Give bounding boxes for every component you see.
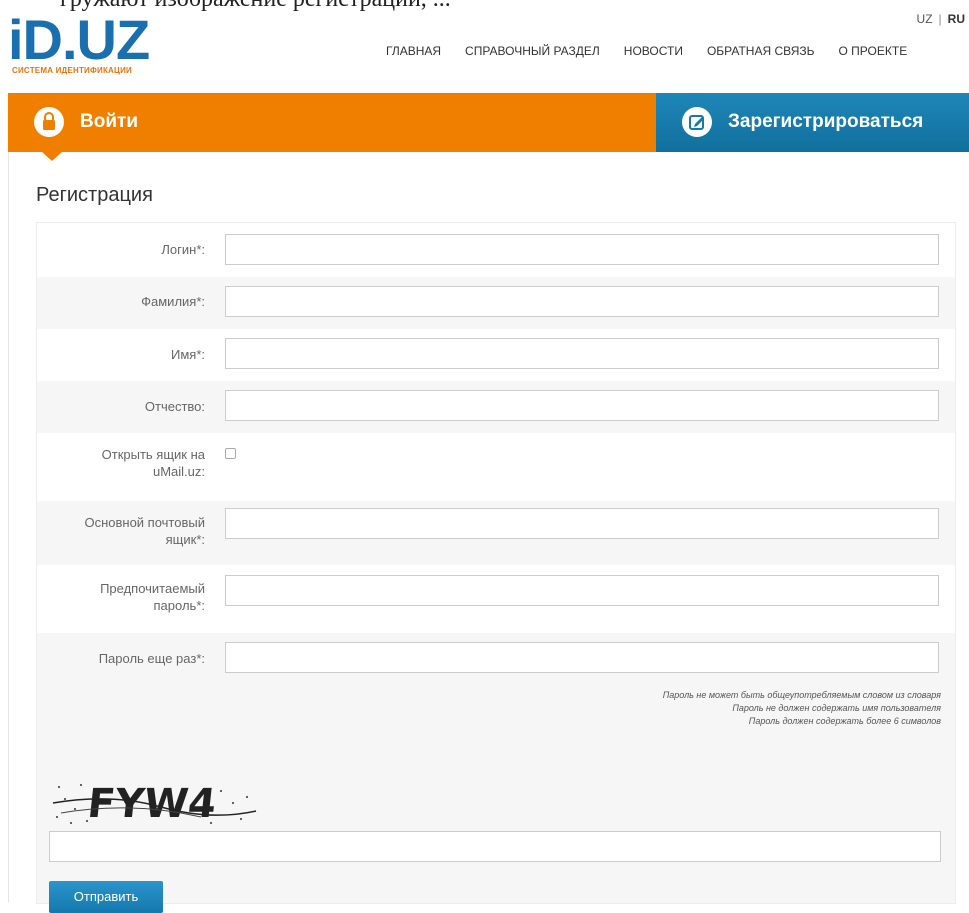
site-logo[interactable]: iD.UZ СИСТЕМА ИДЕНТИФИКАЦИИ xyxy=(8,8,198,78)
name-label: Имя*: xyxy=(171,347,205,362)
surname-input[interactable] xyxy=(225,286,939,317)
login-input[interactable] xyxy=(225,234,939,265)
row-patronymic: Отчество: xyxy=(37,381,955,433)
nav-item-news[interactable]: НОВОСТИ xyxy=(624,44,683,58)
password-label-line1: Предпочитаемый xyxy=(100,581,205,596)
submit-button[interactable]: Отправить xyxy=(49,881,163,913)
page-title: Регистрация xyxy=(36,184,153,206)
lang-uz-link[interactable]: UZ xyxy=(917,12,933,26)
tab-register-label: Зарегистрироваться xyxy=(728,111,924,132)
password-repeat-label: Пароль еще раз*: xyxy=(98,651,205,666)
captcha-input[interactable] xyxy=(49,831,941,862)
row-email: Основной почтовый ящик*: xyxy=(37,501,955,565)
logo-subtitle: СИСТЕМА ИДЕНТИФИКАЦИИ xyxy=(12,66,132,75)
lock-icon xyxy=(34,107,64,137)
email-label-line1: Основной почтовый xyxy=(84,515,205,530)
surname-label: Фамилия*: xyxy=(141,294,205,309)
password-repeat-input[interactable] xyxy=(225,642,939,673)
password-hint: Пароль не должен содержать имя пользоват… xyxy=(732,703,941,713)
row-name: Имя*: xyxy=(37,329,955,381)
nav-item-reference[interactable]: СПРАВОЧНЫЙ РАЗДЕЛ xyxy=(465,44,600,58)
umail-checkbox[interactable] xyxy=(225,448,236,459)
captcha-section: FYW4 Отправить xyxy=(37,765,955,913)
nav-item-home[interactable]: ГЛАВНАЯ xyxy=(386,44,441,58)
edit-icon xyxy=(682,107,712,137)
email-label-line2: ящик*: xyxy=(165,532,205,547)
name-input[interactable] xyxy=(225,338,939,369)
password-hint: Пароль не может быть общеупотребляемым с… xyxy=(662,690,941,700)
password-input[interactable] xyxy=(225,575,939,606)
tab-login[interactable]: Войти xyxy=(8,93,656,161)
lang-ru-link[interactable]: RU xyxy=(948,12,965,26)
email-input[interactable] xyxy=(225,508,939,539)
row-umail: Открыть ящик на uMail.uz: xyxy=(37,433,955,501)
password-hint: Пароль должен содержать более 6 символов xyxy=(748,716,941,726)
email-label: Основной почтовый ящик*: xyxy=(55,514,205,548)
nav-item-about[interactable]: О ПРОЕКТЕ xyxy=(839,44,908,58)
umail-label-line1: Открыть ящик на xyxy=(101,447,205,462)
patronymic-input[interactable] xyxy=(225,390,939,421)
password-hints: Пароль не может быть общеупотребляемым с… xyxy=(663,689,941,728)
row-login: Логин*: xyxy=(37,223,955,277)
password-label-line2: пароль*: xyxy=(153,598,205,613)
registration-form: Логин*: Фамилия*: Имя*: Отчество: Открыт… xyxy=(36,222,956,913)
login-label: Логин*: xyxy=(161,242,205,257)
row-password-repeat: Пароль еще раз*: Пароль не может быть об… xyxy=(37,633,955,765)
main-nav: ГЛАВНАЯ СПРАВОЧНЫЙ РАЗДЕЛ НОВОСТИ ОБРАТН… xyxy=(386,44,907,58)
umail-label: Открыть ящик на uMail.uz: xyxy=(55,446,205,480)
password-label: Предпочитаемый пароль*: xyxy=(55,580,205,614)
row-password: Предпочитаемый пароль*: xyxy=(37,565,955,633)
nav-item-feedback[interactable]: ОБРАТНАЯ СВЯЗЬ xyxy=(707,44,815,58)
auth-tabs: Войти Зарегистрироваться xyxy=(8,93,969,161)
umail-label-line2: uMail.uz: xyxy=(152,464,205,479)
lang-separator: | xyxy=(938,12,942,26)
logo-text: iD.UZ xyxy=(8,8,150,71)
row-surname: Фамилия*: xyxy=(37,277,955,329)
patronymic-label: Отчество: xyxy=(144,399,205,414)
language-switcher: UZ | RU xyxy=(917,12,965,26)
tab-register[interactable]: Зарегистрироваться xyxy=(656,93,969,152)
captcha-image: FYW4 xyxy=(51,773,261,829)
tab-login-label: Войти xyxy=(80,111,138,132)
